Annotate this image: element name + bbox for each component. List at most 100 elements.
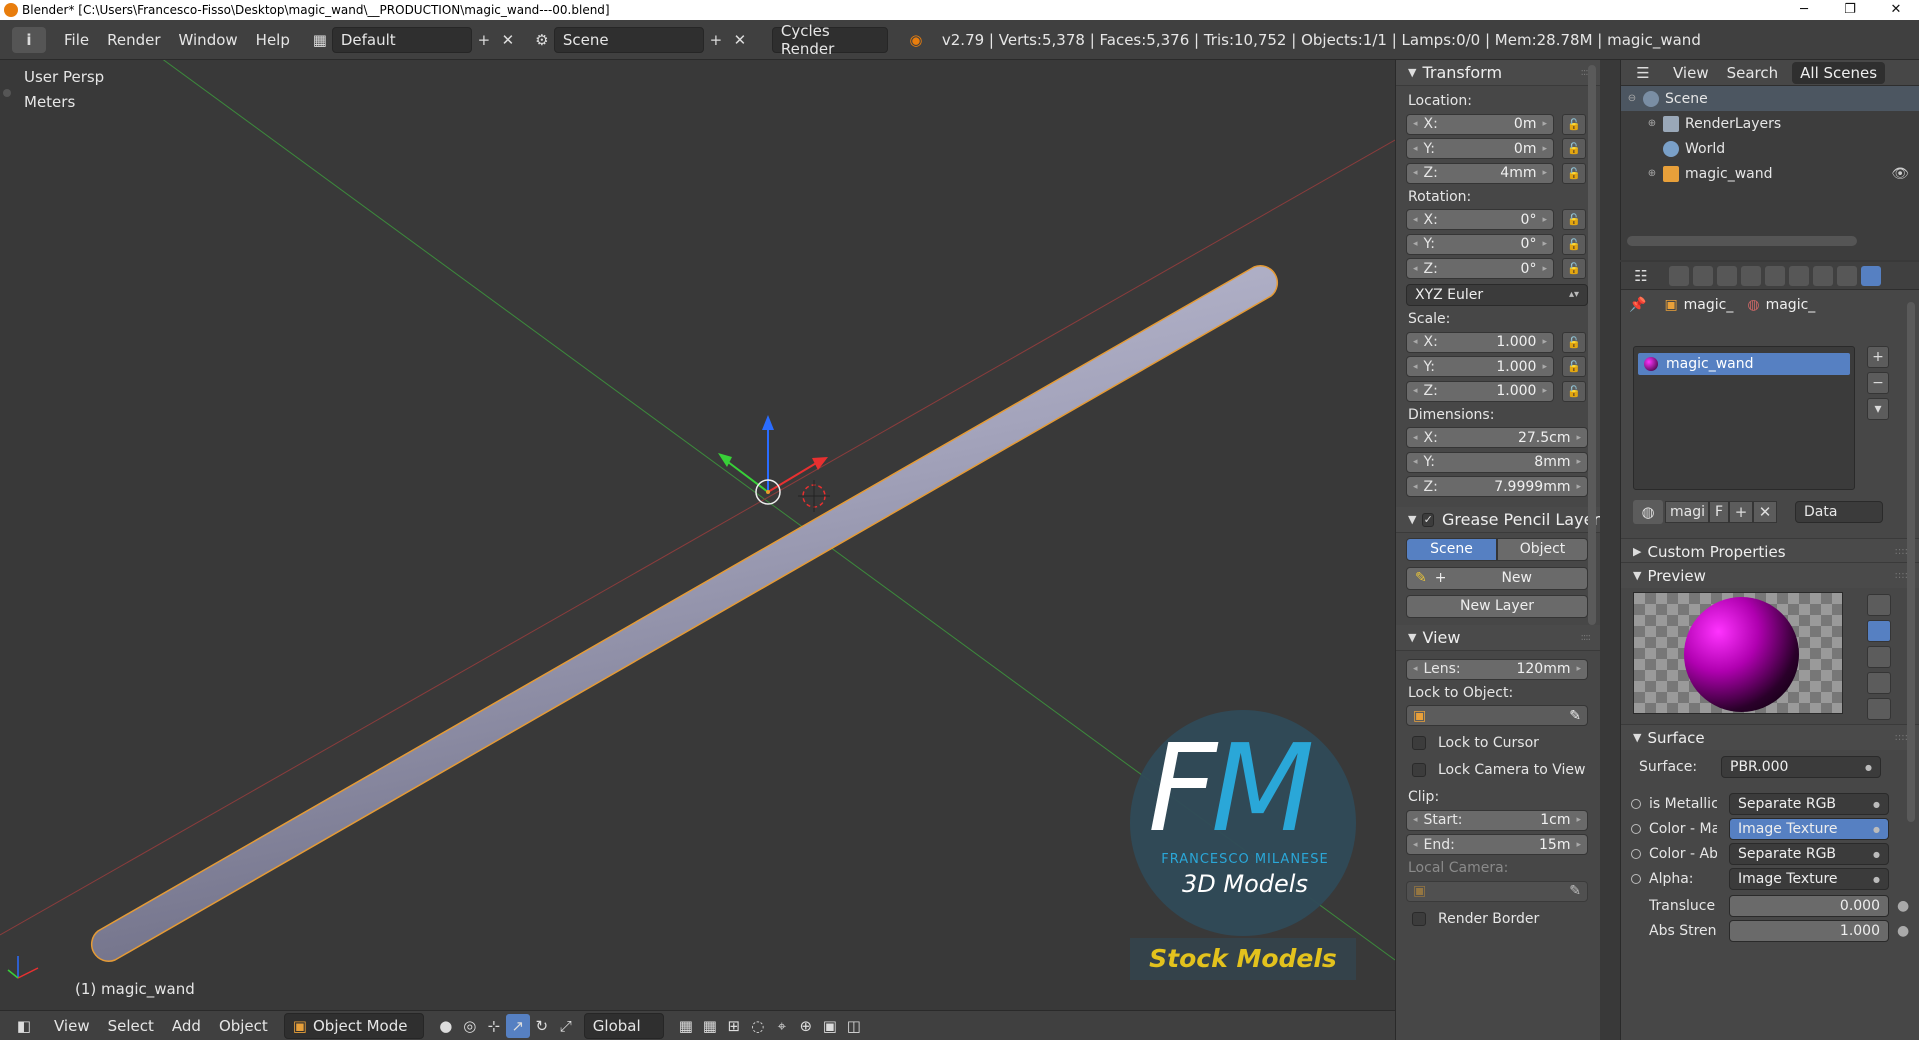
editor-type-icon[interactable]: ◧ [12, 1014, 36, 1038]
material-slot[interactable]: magic_wand [1638, 353, 1850, 375]
socket-expand-icon[interactable] [1631, 824, 1641, 834]
preview-sphere-icon[interactable] [1867, 620, 1891, 642]
clip-start-field[interactable]: ◂ Start: 1cm ▸ [1406, 809, 1588, 831]
preview-cube-icon[interactable] [1867, 646, 1891, 668]
outliner-item-renderlayers[interactable]: ⊕ RenderLayers [1621, 111, 1919, 136]
socket-expand-icon[interactable] [1631, 849, 1641, 859]
eyedropper-icon[interactable]: ✎ [1569, 708, 1581, 724]
opengl-render-icon[interactable]: ▣ [818, 1014, 842, 1038]
data-tab-icon[interactable] [1837, 265, 1857, 286]
preview-monkey-icon[interactable] [1867, 672, 1891, 694]
layers-grid-icon[interactable]: ▦ [674, 1014, 698, 1038]
screen-layout-icon[interactable]: ▦ [308, 28, 332, 52]
world-tab-icon[interactable] [1741, 265, 1761, 286]
custom-properties-header[interactable]: ▶ Custom Properties:::: [1621, 538, 1919, 564]
properties-editor-icon[interactable]: ☷ [1629, 264, 1653, 288]
manipulator-toggle-icon[interactable]: ⊹ [482, 1014, 506, 1038]
delete-screen-icon[interactable]: ✕ [496, 28, 520, 52]
add-screen-icon[interactable]: + [472, 28, 496, 52]
menu-select[interactable]: Select [108, 1017, 154, 1035]
pivot-point-icon[interactable]: ◎ [458, 1014, 482, 1038]
lock-icon[interactable]: 🔓 [1562, 258, 1586, 280]
socket-input-field[interactable]: Image Texture ● [1729, 868, 1889, 890]
lock-layers-icon[interactable]: ⊞ [722, 1014, 746, 1038]
lock-camera-checkbox[interactable] [1412, 763, 1426, 777]
opengl-animation-icon[interactable]: ◫ [842, 1014, 866, 1038]
mode-dropdown[interactable]: ▣ Object Mode [283, 1012, 424, 1039]
expand-icon[interactable]: ⊕ [1647, 118, 1657, 129]
socket-input-field[interactable]: Separate RGB ● [1729, 793, 1889, 815]
lock-camera-row[interactable]: Lock Camera to View [1396, 758, 1600, 782]
location-z-field[interactable]: ◂ Z: 4mm ▸ [1406, 162, 1554, 184]
socket-link-icon[interactable]: ● [1897, 923, 1909, 939]
screen-layout-field[interactable]: Default [331, 26, 472, 53]
lock-to-cursor-row[interactable]: Lock to Cursor [1396, 728, 1600, 758]
lock-icon[interactable]: 🔓 [1562, 113, 1586, 135]
expand-icon[interactable]: ⊕ [1647, 168, 1657, 179]
scale-x-field[interactable]: ◂ X: 1.000 ▸ [1406, 331, 1554, 353]
socket-expand-icon[interactable] [1631, 874, 1641, 884]
add-scene-icon[interactable]: + [704, 28, 728, 52]
abs-strength-slider[interactable]: 1.000 [1729, 920, 1889, 942]
render-tab-icon[interactable] [1669, 265, 1689, 286]
outliner-scrollbar[interactable] [1627, 236, 1857, 246]
render-layers-tab-icon[interactable] [1693, 265, 1713, 286]
scene-field[interactable]: Scene [553, 26, 704, 53]
drag-grip-icon[interactable]: :::: [1581, 632, 1592, 643]
preview-hair-icon[interactable] [1867, 698, 1891, 720]
socket-expand-icon[interactable] [1631, 799, 1641, 809]
surface-shader-field[interactable]: PBR.000 ● [1721, 756, 1881, 778]
scale-z-field[interactable]: ◂ Z: 1.000 ▸ [1406, 380, 1554, 402]
snap-element-icon[interactable]: ⊕ [794, 1014, 818, 1038]
outliner-menu-search[interactable]: Search [1727, 64, 1779, 82]
remove-slot-button[interactable]: − [1867, 372, 1889, 394]
info-editor-icon[interactable]: i [12, 26, 46, 53]
menu-help[interactable]: Help [256, 31, 290, 49]
clip-end-field[interactable]: ◂ End: 15m ▸ [1406, 834, 1588, 856]
scene-tab-icon[interactable] [1717, 265, 1737, 286]
gp-object-button[interactable]: Object [1497, 537, 1588, 561]
socket-link-icon[interactable]: ● [1897, 898, 1909, 914]
minimize-button[interactable]: ─ [1781, 0, 1827, 20]
outliner-display-mode[interactable]: All Scenes [1792, 61, 1886, 84]
translate-manipulator-icon[interactable]: ↗ [505, 1013, 530, 1038]
pin-icon[interactable]: 📌 [1629, 297, 1646, 313]
local-camera-field[interactable]: ▣ ✎ [1406, 880, 1588, 902]
rotation-x-field[interactable]: ◂ X: 0° ▸ [1406, 209, 1554, 231]
menu-file[interactable]: File [64, 31, 89, 49]
render-border-checkbox[interactable] [1412, 911, 1426, 926]
material-tab-icon[interactable] [1861, 265, 1881, 286]
gp-scene-button[interactable]: Scene [1406, 537, 1497, 561]
lens-field[interactable]: ◂ Lens: 120mm ▸ [1406, 658, 1588, 680]
translucency-slider[interactable]: 0.000 [1729, 895, 1889, 917]
lock-icon[interactable]: 🔓 [1562, 162, 1586, 184]
transform-orientation-dropdown[interactable]: Global [583, 1012, 664, 1039]
constraints-tab-icon[interactable] [1789, 265, 1809, 286]
location-x-field[interactable]: ◂ X: 0m ▸ [1406, 113, 1554, 135]
lock-icon[interactable]: 🔓 [1562, 331, 1586, 353]
outliner-item-scene[interactable]: ⊖ Scene [1621, 86, 1919, 111]
layers-grid-icon-2[interactable]: ▦ [698, 1014, 722, 1038]
close-button[interactable]: ✕ [1873, 0, 1919, 20]
location-y-field[interactable]: ◂ Y: 0m ▸ [1406, 138, 1554, 160]
lock-to-cursor-checkbox[interactable] [1412, 736, 1426, 750]
socket-input-field[interactable]: Image Texture ● [1729, 818, 1889, 840]
menu-render[interactable]: Render [107, 31, 160, 49]
snap-icon[interactable]: ⌖ [770, 1014, 794, 1038]
scale-manipulator-icon[interactable]: ⤢ [554, 1014, 578, 1038]
outliner-editor-icon[interactable]: ☰ [1631, 61, 1655, 85]
surface-header[interactable]: ▼ Surface:::: [1621, 724, 1919, 750]
modifiers-tab-icon[interactable] [1813, 265, 1833, 286]
viewport-shading-icon[interactable]: ● [434, 1014, 458, 1038]
delete-scene-icon[interactable]: ✕ [728, 28, 752, 52]
lock-icon[interactable]: 🔓 [1562, 356, 1586, 378]
slot-specials-button[interactable]: ▾ [1867, 398, 1889, 420]
lock-icon[interactable]: 🔓 [1562, 209, 1586, 231]
dimension-y-field[interactable]: ◂ Y: 8mm ▸ [1406, 451, 1588, 473]
render-engine-dropdown[interactable]: Cycles Render [771, 22, 888, 58]
gp-new-button[interactable]: ✎ + New [1406, 566, 1588, 590]
transform-manipulator[interactable] [718, 415, 828, 505]
link-type-dropdown[interactable]: Data [1795, 501, 1883, 523]
lock-object-field[interactable]: ▣ ✎ [1406, 705, 1588, 727]
magic-wand-object[interactable] [90, 265, 1279, 962]
